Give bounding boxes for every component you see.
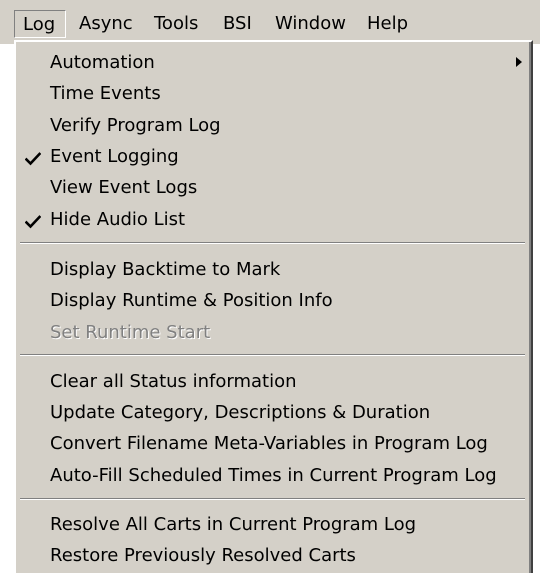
menu-item-hide-audio-list[interactable]: Hide Audio List <box>16 204 525 235</box>
menu-item-time-events[interactable]: Time Events <box>16 78 525 109</box>
menu-item-label: Display Backtime to Mark <box>50 259 281 280</box>
menu-item-resolve-all-carts[interactable]: Resolve All Carts in Current Program Log <box>16 509 525 540</box>
menu-item-label: Verify Program Log <box>50 115 221 136</box>
menu-item-label: Convert Filename Meta-Variables in Progr… <box>50 433 488 454</box>
menu-item-event-logging[interactable]: Event Logging <box>16 141 525 172</box>
menu-item-label: Auto-Fill Scheduled Times in Current Pro… <box>50 465 497 486</box>
menu-item-label: Display Runtime & Position Info <box>50 290 333 311</box>
menu-async[interactable]: Async <box>79 10 133 38</box>
application-window: Log Async Tools BSI Window Help Automati… <box>0 0 540 573</box>
menu-separator <box>20 242 525 244</box>
menu-item-label: Event Logging <box>50 146 179 167</box>
menu-item-label: Clear all Status information <box>50 371 297 392</box>
menu-item-automation[interactable]: Automation <box>16 47 525 78</box>
menu-item-restore-previously-resolved-carts[interactable]: Restore Previously Resolved Carts <box>16 540 525 571</box>
menu-item-label: Resolve All Carts in Current Program Log <box>50 514 417 535</box>
menu-bar: Log Async Tools BSI Window Help <box>0 0 540 44</box>
menu-item-convert-filename-meta-variables[interactable]: Convert Filename Meta-Variables in Progr… <box>16 428 525 459</box>
menu-help[interactable]: Help <box>367 10 408 38</box>
check-icon <box>25 152 41 166</box>
menu-item-label: Restore Previously Resolved Carts <box>50 545 356 566</box>
menu-item-label: Update Category, Descriptions & Duration <box>50 402 431 423</box>
menu-item-update-category-descriptions-duration[interactable]: Update Category, Descriptions & Duration <box>16 397 525 428</box>
menu-item-label: Automation <box>50 52 155 73</box>
menu-item-display-runtime-position-info[interactable]: Display Runtime & Position Info <box>16 285 525 316</box>
log-menu-dropdown: Automation Time Events Verify Program Lo… <box>14 40 533 573</box>
menu-bsi[interactable]: BSI <box>223 10 252 38</box>
menu-log[interactable]: Log <box>14 10 66 38</box>
menu-item-label: Hide Audio List <box>50 209 186 230</box>
menu-item-auto-fill-scheduled-times[interactable]: Auto-Fill Scheduled Times in Current Pro… <box>16 460 525 491</box>
menu-tools[interactable]: Tools <box>154 10 198 38</box>
menu-separator <box>20 354 525 356</box>
menu-item-set-runtime-start: Set Runtime Start <box>16 317 525 348</box>
menu-item-label: View Event Logs <box>50 177 198 198</box>
menu-item-display-backtime-to-mark[interactable]: Display Backtime to Mark <box>16 254 525 285</box>
menu-separator <box>20 498 525 500</box>
menu-item-verify-program-log[interactable]: Verify Program Log <box>16 110 525 141</box>
menu-window[interactable]: Window <box>275 10 346 38</box>
submenu-arrow-icon <box>516 57 522 67</box>
menu-item-clear-all-status-information[interactable]: Clear all Status information <box>16 366 525 397</box>
check-icon <box>25 215 41 229</box>
menu-item-label: Set Runtime Start <box>50 322 211 343</box>
menu-item-view-event-logs[interactable]: View Event Logs <box>16 172 525 203</box>
menu-item-label: Time Events <box>50 83 161 104</box>
